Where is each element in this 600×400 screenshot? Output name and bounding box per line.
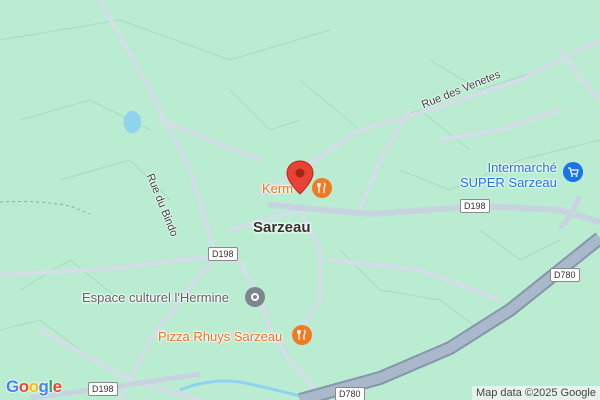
town-label: Sarzeau [253,219,311,236]
shopping-cart-icon[interactable] [563,162,583,182]
poi-label-intermarche-line1: Intermarché [487,160,557,175]
map-attribution[interactable]: Map data ©2025 Google [471,386,600,400]
stream [179,379,301,398]
google-logo: Google [6,377,62,396]
route-shield-d780: D780 [335,387,365,400]
fork-knife-icon[interactable] [292,325,312,345]
d198-road [267,202,600,225]
location-pin-icon[interactable] [286,160,314,196]
poi-label-espace-culturel[interactable]: Espace culturel l'Hermine [82,290,229,305]
poi-label-pizza-rhuys[interactable]: Pizza Rhuys Sarzeau [158,329,282,344]
poi-label-intermarche[interactable]: Intermarché SUPER Sarzeau [460,160,557,190]
map-canvas[interactable]: Rue du Bindo Rue des Venetes D198 D198 D… [0,0,600,400]
route-shield-d198: D198 [460,199,490,213]
pond [123,110,142,134]
route-shield-d198: D198 [208,247,238,261]
poi-label-intermarche-line2: SUPER Sarzeau [460,175,557,190]
fork-knife-icon[interactable] [312,178,332,198]
route-shield-d198: D198 [88,382,118,396]
trail-path [0,201,91,215]
landmark-dot-icon[interactable] [245,287,265,307]
route-shield-d780: D780 [550,268,580,282]
